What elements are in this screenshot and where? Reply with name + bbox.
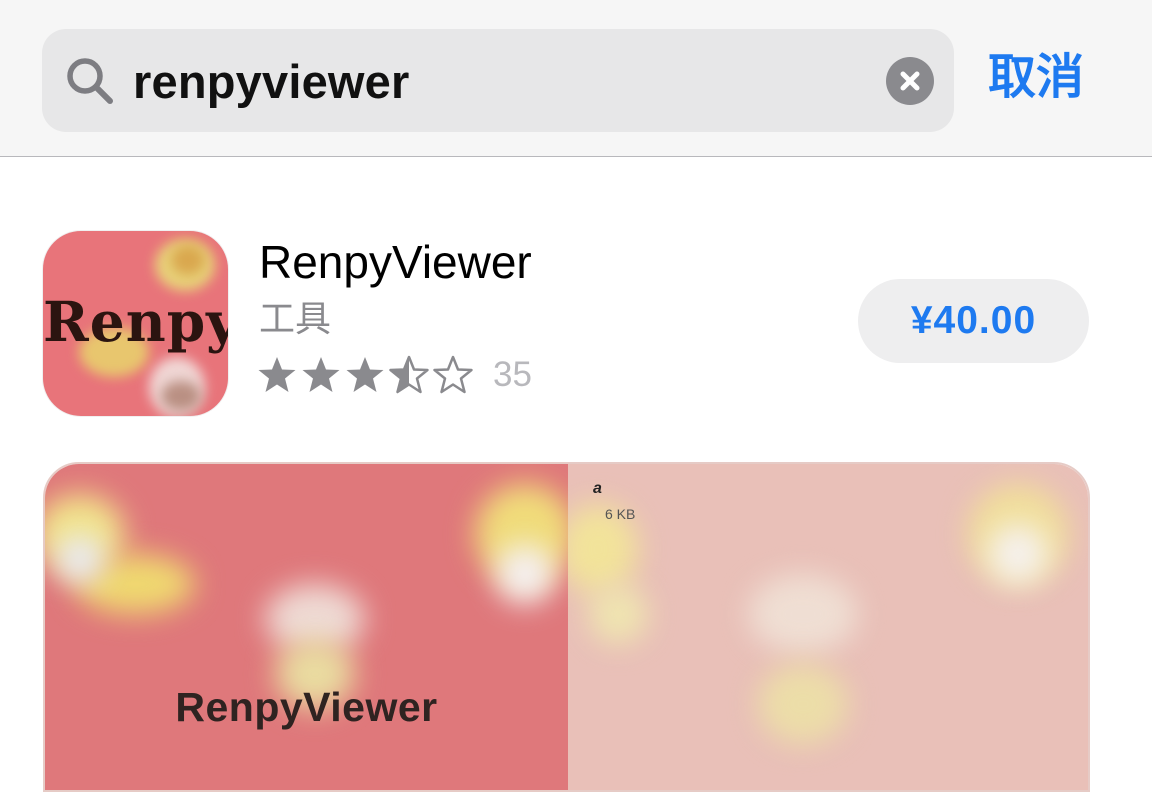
search-result-app[interactable]: Renpy RenpyViewer 工具 35 ¥40.00 <box>0 157 1152 447</box>
star-icon <box>302 357 340 392</box>
empty-star-icon <box>433 355 473 394</box>
price-button[interactable]: ¥40.00 <box>858 279 1089 363</box>
search-header: renpyviewer 取消 <box>0 0 1152 157</box>
search-bar[interactable]: renpyviewer <box>42 29 954 132</box>
app-category: 工具 <box>259 298 332 339</box>
app-icon[interactable]: Renpy <box>43 231 228 416</box>
screenshot-2[interactable]: a 6 KB <box>568 464 1088 790</box>
search-icon <box>67 58 113 104</box>
search-input[interactable]: renpyviewer <box>133 54 410 110</box>
rating-count: 35 <box>493 355 532 394</box>
app-icon-logo-text: Renpy <box>43 289 228 354</box>
app-rating: 35 <box>257 353 532 397</box>
star-icon <box>258 357 296 392</box>
screenshot-title: RenpyViewer <box>175 684 438 730</box>
half-star-icon <box>389 355 429 394</box>
screenshot-file-name: a <box>593 480 602 497</box>
screenshot-file-size: 6 KB <box>605 506 636 522</box>
screenshot-1[interactable]: RenpyViewer <box>45 464 568 790</box>
screenshot-gallery[interactable]: RenpyViewer a 6 KB <box>43 462 1090 792</box>
cancel-button[interactable]: 取消 <box>988 50 1084 106</box>
star-icon <box>346 357 384 392</box>
clear-icon <box>900 71 920 91</box>
clear-search-button[interactable] <box>886 57 934 105</box>
app-name[interactable]: RenpyViewer <box>259 235 532 289</box>
